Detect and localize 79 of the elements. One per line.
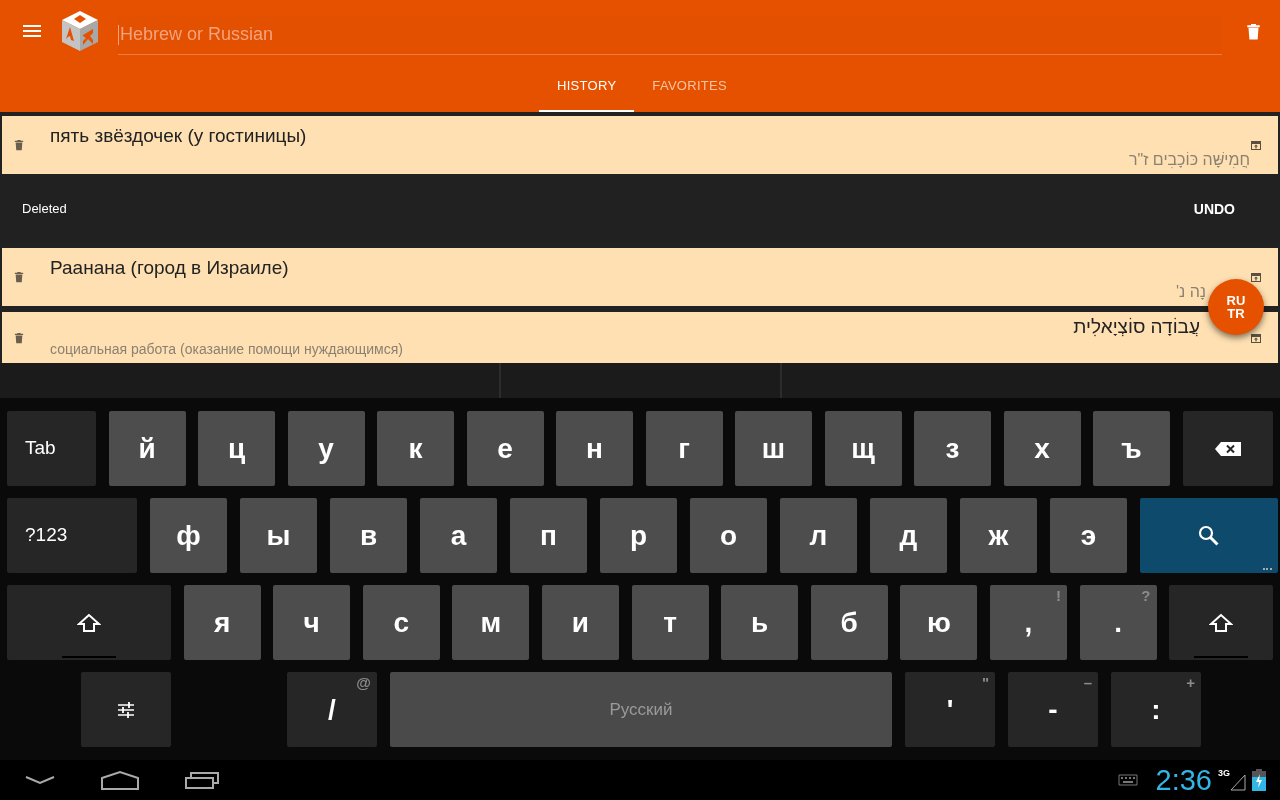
menu-icon[interactable] bbox=[23, 25, 41, 37]
letter-key[interactable]: ъ bbox=[1093, 411, 1170, 486]
key-hint: ! bbox=[1055, 588, 1061, 603]
delete-icon[interactable] bbox=[14, 138, 24, 151]
key-hint: @ bbox=[356, 675, 371, 690]
letter-key[interactable]: , ! bbox=[989, 585, 1067, 660]
search-icon bbox=[1197, 523, 1221, 548]
letter-key[interactable]: е bbox=[466, 411, 544, 486]
shift-icon bbox=[1209, 612, 1234, 633]
network-type: 3G bbox=[1218, 767, 1230, 780]
function-key[interactable]: - – bbox=[1008, 672, 1098, 747]
entry-hebrew: עֲבוֹדָה סוֹצְיָאלִית bbox=[1073, 315, 1201, 340]
shift-icon bbox=[77, 612, 101, 633]
home-icon[interactable] bbox=[101, 770, 139, 790]
letter-key[interactable]: щ bbox=[824, 411, 902, 486]
letter-key[interactable]: ф bbox=[150, 498, 227, 573]
letter-key[interactable]: о bbox=[690, 498, 767, 573]
entry-russian: пять звёздочек (у гостиницы) bbox=[50, 124, 308, 148]
letter-key[interactable]: д bbox=[870, 498, 947, 573]
text-cursor bbox=[118, 25, 119, 45]
letter-key[interactable]: з bbox=[914, 411, 991, 486]
function-key[interactable]: ' " bbox=[905, 672, 995, 747]
letter-key[interactable]: б bbox=[810, 585, 888, 660]
cube-logo-icon[interactable] bbox=[60, 9, 100, 53]
back-icon[interactable] bbox=[25, 775, 55, 785]
snackbar-message: Deleted bbox=[22, 200, 67, 219]
battery-charging-icon bbox=[1252, 769, 1266, 791]
letter-key[interactable]: н bbox=[556, 411, 633, 486]
letter-key[interactable]: л bbox=[780, 498, 857, 573]
sliders-icon bbox=[117, 700, 135, 719]
letter-key[interactable]: а bbox=[420, 498, 497, 573]
function-key[interactable]: / @ bbox=[287, 672, 377, 747]
letter-key[interactable]: м bbox=[452, 585, 530, 660]
letter-key[interactable]: т bbox=[631, 585, 709, 660]
clock: 2:36 bbox=[1155, 765, 1212, 795]
delete-icon[interactable] bbox=[14, 331, 24, 344]
key-hint: " bbox=[981, 675, 989, 690]
search-field[interactable]: Hebrew or Russian bbox=[118, 15, 1222, 55]
function-key[interactable]: ?123 bbox=[7, 498, 137, 573]
share-icon[interactable] bbox=[1250, 271, 1262, 284]
entry-translation: חֲמִישָּׁה כּוֹכָבִים ז"ר bbox=[1129, 150, 1250, 170]
letter-key[interactable]: у bbox=[287, 411, 365, 486]
letter-key[interactable]: г bbox=[645, 411, 723, 486]
share-icon[interactable] bbox=[1250, 331, 1262, 344]
letter-key[interactable]: . ? bbox=[1079, 585, 1157, 660]
share-icon[interactable] bbox=[1250, 138, 1262, 151]
recent-apps-icon[interactable] bbox=[185, 771, 219, 789]
letter-key[interactable]: э bbox=[1050, 498, 1127, 573]
signal-icon bbox=[1230, 773, 1246, 791]
function-key[interactable]: Tab bbox=[7, 411, 96, 486]
letter-key[interactable]: й bbox=[108, 411, 186, 486]
key-hint: ? bbox=[1141, 588, 1151, 603]
letter-key[interactable]: п bbox=[510, 498, 587, 573]
letter-key[interactable]: в bbox=[330, 498, 407, 573]
letter-key[interactable]: я bbox=[183, 585, 261, 660]
entry-translation: נָה נ' bbox=[1175, 282, 1206, 303]
keyboard-icon bbox=[1117, 774, 1138, 786]
entry-translation: социальная работа (оказание помощи нуждающимся) bbox=[50, 340, 404, 359]
letter-key[interactable]: и bbox=[541, 585, 619, 660]
letter-key[interactable]: ю bbox=[900, 585, 978, 660]
letter-key[interactable]: ы bbox=[240, 498, 317, 573]
key-hint: + bbox=[1186, 675, 1195, 690]
key-hint: – bbox=[1083, 675, 1092, 690]
trash-icon[interactable] bbox=[1246, 21, 1261, 41]
letter-key[interactable]: ь bbox=[721, 585, 799, 660]
undo-button[interactable]: UNDO bbox=[1193, 198, 1235, 220]
function-key[interactable]: : + bbox=[1111, 672, 1201, 747]
letter-key[interactable]: ш bbox=[735, 411, 812, 486]
letter-key[interactable]: р bbox=[600, 498, 677, 573]
letter-key[interactable]: ц bbox=[198, 411, 275, 486]
letter-key[interactable]: х bbox=[1003, 411, 1081, 486]
letter-key[interactable]: ж bbox=[960, 498, 1037, 573]
entry-russian: Раанана (город в Израиле) bbox=[50, 256, 290, 281]
backspace-icon bbox=[1214, 441, 1241, 456]
letter-key[interactable]: с bbox=[362, 585, 440, 660]
backspace-key[interactable] bbox=[1182, 411, 1273, 486]
delete-icon[interactable] bbox=[14, 271, 24, 284]
letter-key[interactable]: к bbox=[377, 411, 454, 486]
letter-key[interactable]: ч bbox=[273, 585, 351, 660]
